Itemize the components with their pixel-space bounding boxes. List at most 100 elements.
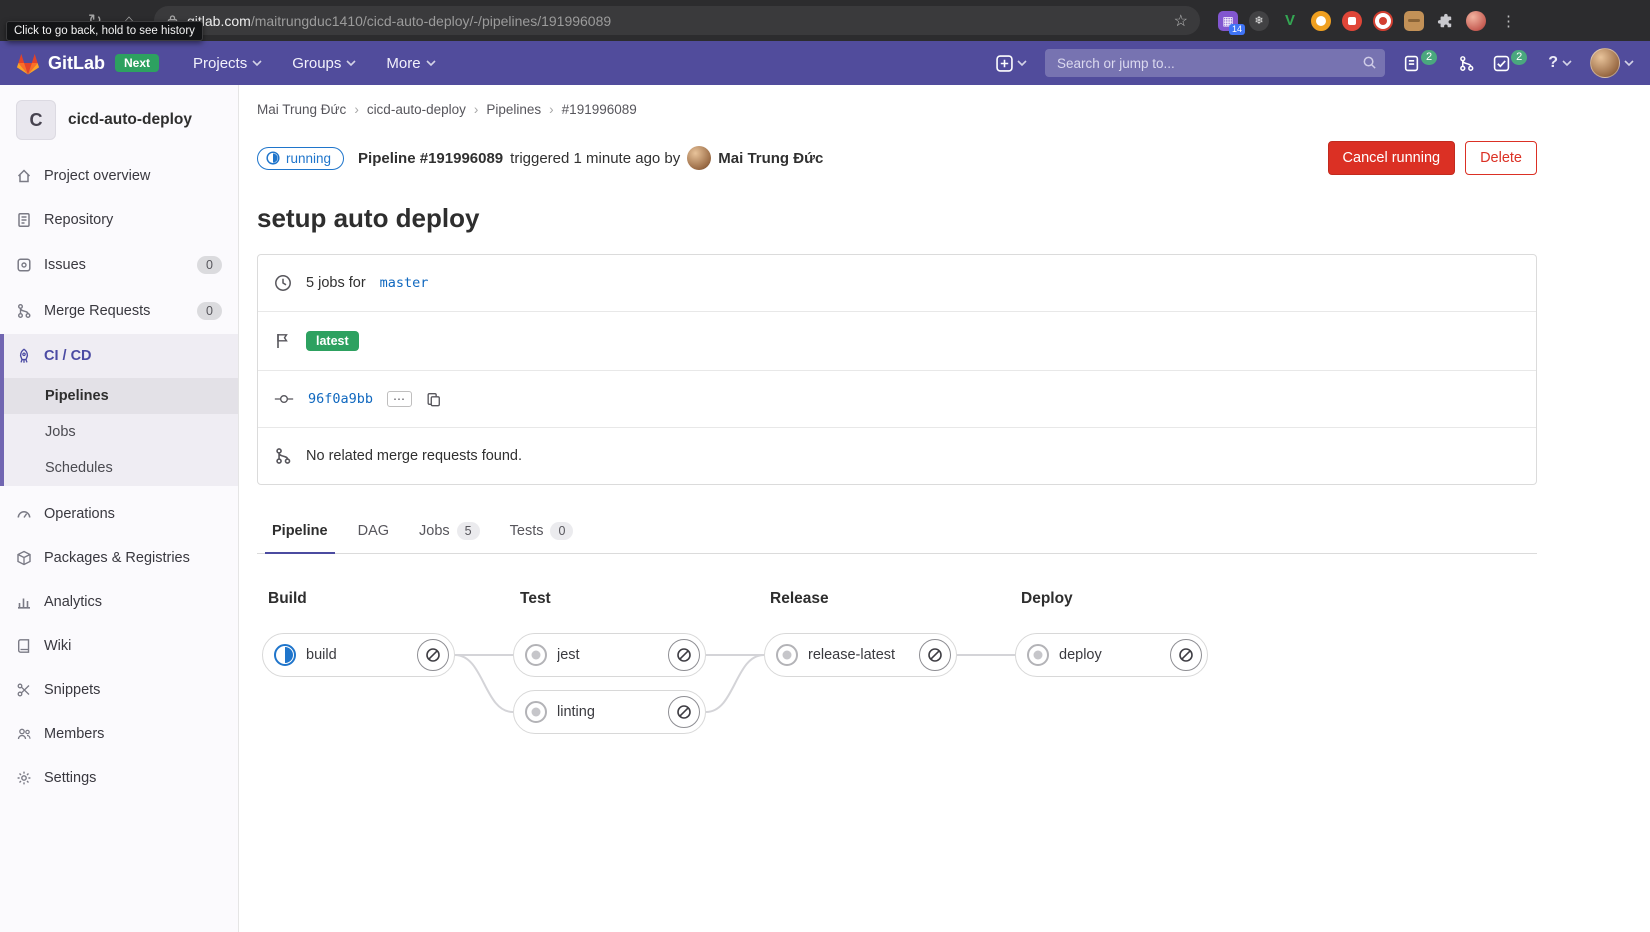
extension-icon-4[interactable] [1311,10,1331,31]
latest-tag-badge[interactable]: latest [306,331,359,351]
help-menu-button[interactable]: ? [1548,54,1572,72]
new-menu-button[interactable] [996,54,1027,72]
issues-icon [1404,55,1419,71]
gitlab-wordmark: GitLab [48,52,105,73]
sidebar-item-wiki[interactable]: Wiki [0,624,238,668]
sidebar-item-settings[interactable]: Settings [0,756,238,800]
cancel-job-linting-button[interactable] [668,696,700,728]
menu-groups[interactable]: Groups [292,55,356,72]
merge-request-icon [18,304,31,318]
rocket-icon [19,348,29,363]
sidebar-item-cicd[interactable]: CI / CD [4,334,238,378]
user-menu-button[interactable] [1590,48,1634,78]
sidebar-item-repository[interactable]: Repository [0,198,238,242]
tab-pipeline[interactable]: Pipeline [257,511,343,554]
extension-icon-2[interactable]: ❄ [1249,10,1269,31]
todos-count-badge: 2 [1511,49,1528,65]
author-name: Mai Trung Đức [718,149,824,167]
tests-count-badge: 0 [550,522,574,540]
browser-chrome: ← → ↻ ⌂ gitlab.com/maitrungduc1410/cicd-… [0,0,1650,41]
sidebar-item-operations[interactable]: Operations [0,492,238,536]
running-spinner-icon [266,151,280,165]
stage-header-build: Build [268,590,307,607]
todos-nav-button[interactable]: 2 [1493,49,1530,72]
sidebar-subitem-pipelines[interactable]: Pipelines [4,378,238,414]
tab-dag[interactable]: DAG [343,511,404,553]
next-badge: Next [115,54,160,72]
jobs-summary-text: 5 jobs for [306,275,366,291]
cancel-job-release-button[interactable] [919,639,951,671]
branch-ref-link[interactable]: master [380,275,429,291]
sidebar-project-header[interactable]: C cicd-auto-deploy [0,85,238,154]
sidebar-item-label: Snippets [44,682,101,698]
scissors-icon [17,683,30,697]
running-status-badge[interactable]: running [257,146,345,170]
sidebar-item-analytics[interactable]: Analytics [0,580,238,624]
extension-icon-1[interactable]: ▦ 14 [1218,10,1245,35]
cancel-job-build-button[interactable] [417,639,449,671]
status-running-icon [274,644,296,666]
breadcrumb-pipelines[interactable]: Pipelines [486,102,541,117]
search-icon [1363,56,1376,69]
menu-projects[interactable]: Projects [193,55,262,72]
cancel-running-button[interactable]: Cancel running [1327,141,1456,175]
sidebar-item-issues[interactable]: Issues 0 [0,242,238,288]
commit-icon [274,395,294,403]
address-bar[interactable]: gitlab.com/maitrungduc1410/cicd-auto-dep… [154,6,1200,35]
gitlab-logo[interactable]: GitLab Next [16,52,160,75]
job-release-latest[interactable]: release-latest [764,633,957,677]
sidebar-item-label: Operations [44,506,115,522]
breadcrumb-pipeline-id[interactable]: #191996089 [562,102,637,117]
sidebar-subitem-schedules[interactable]: Schedules [4,450,238,486]
cancel-icon [426,648,440,662]
commit-message-toggle[interactable]: ⋯ [387,391,413,407]
extension-icon-6[interactable] [1373,10,1393,31]
cancel-icon [677,705,691,719]
status-created-icon [1027,644,1049,666]
back-button-tooltip: Click to go back, hold to see history [6,21,203,41]
sidebar-item-packages[interactable]: Packages & Registries [0,536,238,580]
browser-menu-icon[interactable]: ⋮ [1501,12,1516,30]
extensions-puzzle-icon[interactable] [1435,11,1455,31]
tab-jobs[interactable]: Jobs 5 [404,511,495,553]
book-icon [18,639,30,653]
delete-button[interactable]: Delete [1465,141,1537,175]
breadcrumb-user[interactable]: Mai Trung Đức [257,102,346,117]
chevron-down-icon [426,59,436,66]
cancel-job-deploy-button[interactable] [1170,639,1202,671]
cancel-job-jest-button[interactable] [668,639,700,671]
sidebar-item-label: Issues [44,257,86,273]
extension-icon-3[interactable]: V [1280,11,1300,31]
project-sidebar: C cicd-auto-deploy Project overview Repo… [0,85,239,932]
copy-sha-button[interactable] [426,391,441,407]
extension-icon-5[interactable] [1342,10,1362,31]
sidebar-item-members[interactable]: Members [0,712,238,756]
job-jest[interactable]: jest [513,633,706,677]
stage-header-deploy: Deploy [1021,590,1073,607]
job-linting[interactable]: linting [513,690,706,734]
tab-tests[interactable]: Tests 0 [495,511,589,553]
sidebar-subitem-jobs[interactable]: Jobs [4,414,238,450]
issues-nav-button[interactable]: 2 [1403,49,1440,72]
job-deploy[interactable]: deploy [1015,633,1208,677]
browser-profile-avatar[interactable] [1466,10,1486,31]
merge-requests-nav-button[interactable] [1458,55,1475,72]
cancel-icon [1179,648,1193,662]
sidebar-item-merge-requests[interactable]: Merge Requests 0 [0,288,238,334]
search-input[interactable] [1044,49,1385,77]
cancel-icon [928,648,942,662]
bookmark-star-icon[interactable]: ☆ [1174,11,1188,31]
commit-row: 96f0a9bb ⋯ [258,370,1536,427]
merge-request-icon [1460,55,1474,71]
help-icon: ? [1548,54,1558,71]
breadcrumb-project[interactable]: cicd-auto-deploy [367,102,466,117]
job-build[interactable]: build [262,633,455,677]
extension-icon-7[interactable] [1404,10,1424,31]
sidebar-item-snippets[interactable]: Snippets [0,668,238,712]
menu-more[interactable]: More [386,55,436,72]
sidebar-item-project-overview[interactable]: Project overview [0,154,238,198]
sidebar-section-cicd: CI / CD Pipelines Jobs Schedules [0,334,238,486]
url-text: gitlab.com/maitrungduc1410/cicd-auto-dep… [187,12,612,29]
commit-sha-link[interactable]: 96f0a9bb [308,391,373,407]
gear-icon [17,771,31,785]
